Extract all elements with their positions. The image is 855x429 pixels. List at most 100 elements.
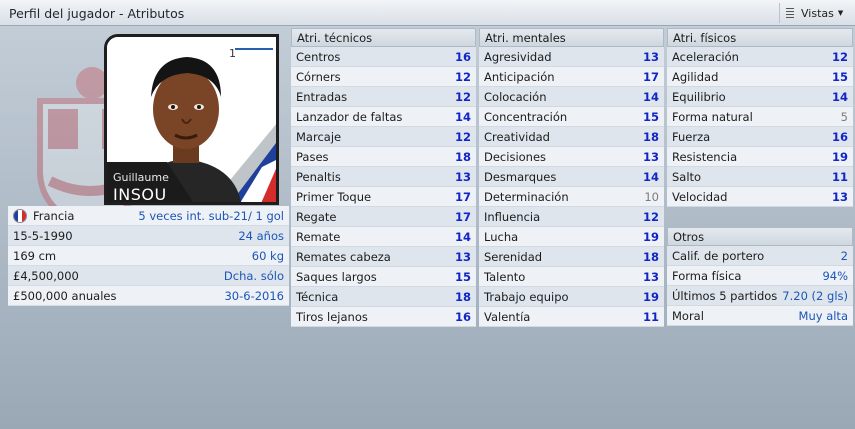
attribute-label: Lanzador de faltas <box>296 109 403 124</box>
attribute-row[interactable]: Regate 17 <box>291 207 476 227</box>
attribute-value: 16 <box>454 309 471 324</box>
attribute-label: Agresividad <box>484 49 552 64</box>
views-menu-button[interactable]: Vistas ▼ <box>779 3 849 23</box>
mental-attributes-panel: Atri. mentales Agresividad 13 Anticipación… <box>479 28 664 327</box>
attribute-label: Remates cabeza <box>296 249 391 264</box>
wage: £500,000 anuales <box>13 288 117 303</box>
svg-text:1: 1 <box>229 47 236 60</box>
attribute-label: Colocación <box>484 89 547 104</box>
attribute-row[interactable]: Calif. de portero 2 <box>667 246 853 266</box>
attribute-value: 13 <box>454 169 471 184</box>
dob-row: 15-5-1990 24 años <box>8 226 289 246</box>
attribute-label: Últimos 5 partidos <box>672 288 778 303</box>
attribute-row[interactable]: Concentración 15 <box>479 107 664 127</box>
attribute-row[interactable]: Tiros lejanos 16 <box>291 307 476 327</box>
attribute-row[interactable]: Influencia 12 <box>479 207 664 227</box>
attribute-value: 5 <box>840 109 848 124</box>
attribute-row[interactable]: Primer Toque 17 <box>291 187 476 207</box>
attribute-label: Trabajo equipo <box>484 289 569 304</box>
physical-header: Atri. físicos <box>667 28 853 47</box>
attribute-row[interactable]: Saques largos 15 <box>291 267 476 287</box>
attribute-row[interactable]: Creatividad 18 <box>479 127 664 147</box>
age: 24 años <box>238 228 284 243</box>
attribute-row[interactable]: Fuerza 16 <box>667 127 853 147</box>
attribute-label: Desmarques <box>484 169 557 184</box>
attribute-row[interactable]: Equilibrio 14 <box>667 87 853 107</box>
attribute-row[interactable]: Forma natural 5 <box>667 107 853 127</box>
attribute-value: 18 <box>454 289 471 304</box>
attribute-value: 17 <box>642 69 659 84</box>
attribute-row[interactable]: Córners 12 <box>291 67 476 87</box>
attribute-row[interactable]: Serenidad 18 <box>479 247 664 267</box>
international-caps-link[interactable]: 5 veces int. sub-21/ 1 gol <box>138 209 284 223</box>
attribute-row[interactable]: Penaltis 13 <box>291 167 476 187</box>
attribute-value: 94% <box>822 268 848 283</box>
attribute-label: Lucha <box>484 229 519 244</box>
attribute-label: Primer Toque <box>296 189 372 204</box>
attribute-row[interactable]: Desmarques 14 <box>479 167 664 187</box>
attribute-row[interactable]: Talento 13 <box>479 267 664 287</box>
attribute-value: 16 <box>454 49 471 64</box>
attribute-row[interactable]: Colocación 14 <box>479 87 664 107</box>
attribute-row[interactable]: Decisiones 13 <box>479 147 664 167</box>
attribute-label: Córners <box>296 69 341 84</box>
attribute-value: 13 <box>831 189 848 204</box>
preferred-foot: Dcha. sólo <box>223 268 284 283</box>
attribute-value: 13 <box>642 149 659 164</box>
attribute-row[interactable]: Pases 18 <box>291 147 476 167</box>
attribute-row[interactable]: Remate 14 <box>291 227 476 247</box>
attribute-value: 19 <box>642 229 659 244</box>
value-row: £4,500,000 Dcha. sólo <box>8 266 289 286</box>
attribute-row[interactable]: Centros 16 <box>291 47 476 67</box>
attribute-value: 18 <box>642 129 659 144</box>
attribute-value: 19 <box>831 149 848 164</box>
player-info-list: Francia 5 veces int. sub-21/ 1 gol 15-5-… <box>8 206 289 306</box>
attribute-value: 15 <box>831 69 848 84</box>
attribute-label: Forma natural <box>672 109 753 124</box>
attribute-label: Centros <box>296 49 341 64</box>
attribute-row[interactable]: Forma física 94% <box>667 266 853 286</box>
attribute-value: 12 <box>454 69 471 84</box>
attribute-row[interactable]: Resistencia 19 <box>667 147 853 167</box>
attribute-label: Tiros lejanos <box>296 309 368 324</box>
attribute-row[interactable]: Lanzador de faltas 14 <box>291 107 476 127</box>
mental-header: Atri. mentales <box>479 28 664 47</box>
attribute-label: Penaltis <box>296 169 341 184</box>
attribute-row[interactable]: Determinación 10 <box>479 187 664 207</box>
attribute-row[interactable]: Entradas 12 <box>291 87 476 107</box>
attribute-value: 14 <box>454 109 471 124</box>
wage-row: £500,000 anuales 30-6-2016 <box>8 286 289 306</box>
attribute-row[interactable]: Agresividad 13 <box>479 47 664 67</box>
attribute-row[interactable]: Velocidad 13 <box>667 187 853 207</box>
attribute-row[interactable]: Técnica 18 <box>291 287 476 307</box>
attribute-label: Serenidad <box>484 249 543 264</box>
attribute-label: Salto <box>672 169 702 184</box>
attribute-row[interactable]: Lucha 19 <box>479 227 664 247</box>
attribute-label: Valentía <box>484 309 531 324</box>
attribute-value: 7.20 (2 gls) <box>782 288 848 303</box>
nationality-row: Francia 5 veces int. sub-21/ 1 gol <box>8 206 289 226</box>
attribute-row[interactable]: Remates cabeza 13 <box>291 247 476 267</box>
attribute-row[interactable]: Valentía 11 <box>479 307 664 327</box>
attribute-value: 14 <box>454 229 471 244</box>
attribute-row[interactable]: Anticipación 17 <box>479 67 664 87</box>
attribute-row[interactable]: Últimos 5 partidos 7.20 (2 gls) <box>667 286 853 306</box>
attribute-label: Remate <box>296 229 341 244</box>
attribute-row[interactable]: Salto 11 <box>667 167 853 187</box>
attribute-value: 13 <box>642 269 659 284</box>
physical-attributes-panel: Atri. físicos Aceleración 12 Agilidad 15 Equ… <box>667 28 853 326</box>
attribute-value: 18 <box>454 149 471 164</box>
attribute-row[interactable]: Agilidad 15 <box>667 67 853 87</box>
attribute-value: 18 <box>642 249 659 264</box>
list-icon <box>786 6 794 20</box>
attribute-label: Marcaje <box>296 129 342 144</box>
attribute-row[interactable]: Marcaje 12 <box>291 127 476 147</box>
attribute-row[interactable]: Trabajo equipo 19 <box>479 287 664 307</box>
attribute-value: 11 <box>831 169 848 184</box>
attribute-value: 15 <box>642 109 659 124</box>
nationality: Francia <box>33 208 75 223</box>
player-portrait: 1 Guillaume INSOU <box>104 34 279 205</box>
attribute-row[interactable]: Moral Muy alta <box>667 306 853 326</box>
attribute-label: Velocidad <box>672 189 728 204</box>
attribute-row[interactable]: Aceleración 12 <box>667 47 853 67</box>
